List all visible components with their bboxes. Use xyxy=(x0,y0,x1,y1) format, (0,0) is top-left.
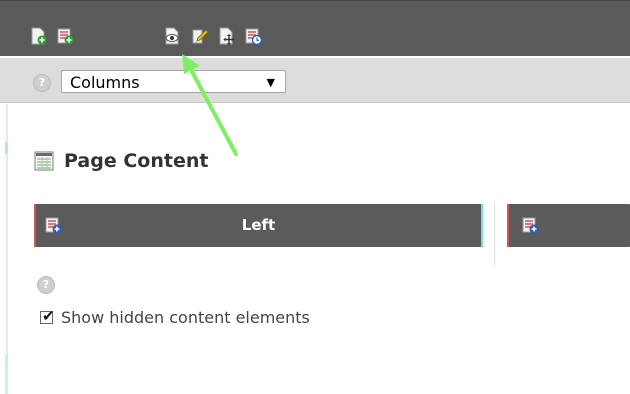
edit-page-icon[interactable] xyxy=(191,27,209,45)
page-history-icon[interactable] xyxy=(244,27,262,45)
help-icon[interactable]: ? xyxy=(37,276,55,294)
page-title-text: Page Content xyxy=(64,150,209,172)
show-hidden-label: Show hidden content elements xyxy=(61,308,310,327)
page-content-icon xyxy=(34,151,54,171)
view-page-icon[interactable] xyxy=(163,27,181,45)
column-label-left: Left xyxy=(241,216,276,234)
view-mode-selected-value: Columns xyxy=(70,73,140,92)
chevron-down-icon: ▼ xyxy=(266,76,275,89)
new-content-icon[interactable] xyxy=(521,216,539,234)
show-hidden-checkbox[interactable]: ✔ xyxy=(40,307,55,325)
column-header-right xyxy=(507,204,630,247)
checkmark-icon: ✔ xyxy=(42,307,55,325)
annotation-arrow-icon xyxy=(182,54,238,156)
docheader-toolbar xyxy=(0,0,630,56)
help-icon[interactable]: ? xyxy=(33,74,51,92)
column-divider xyxy=(494,202,495,266)
show-hidden-option: ✔ Show hidden content elements xyxy=(40,307,310,327)
new-page-icon[interactable] xyxy=(29,27,47,45)
move-page-icon[interactable] xyxy=(217,27,235,45)
left-frame-edge xyxy=(0,104,8,394)
new-record-icon[interactable] xyxy=(56,27,74,45)
page-title: Page Content xyxy=(34,146,208,176)
column-header-left: Left xyxy=(34,204,483,247)
